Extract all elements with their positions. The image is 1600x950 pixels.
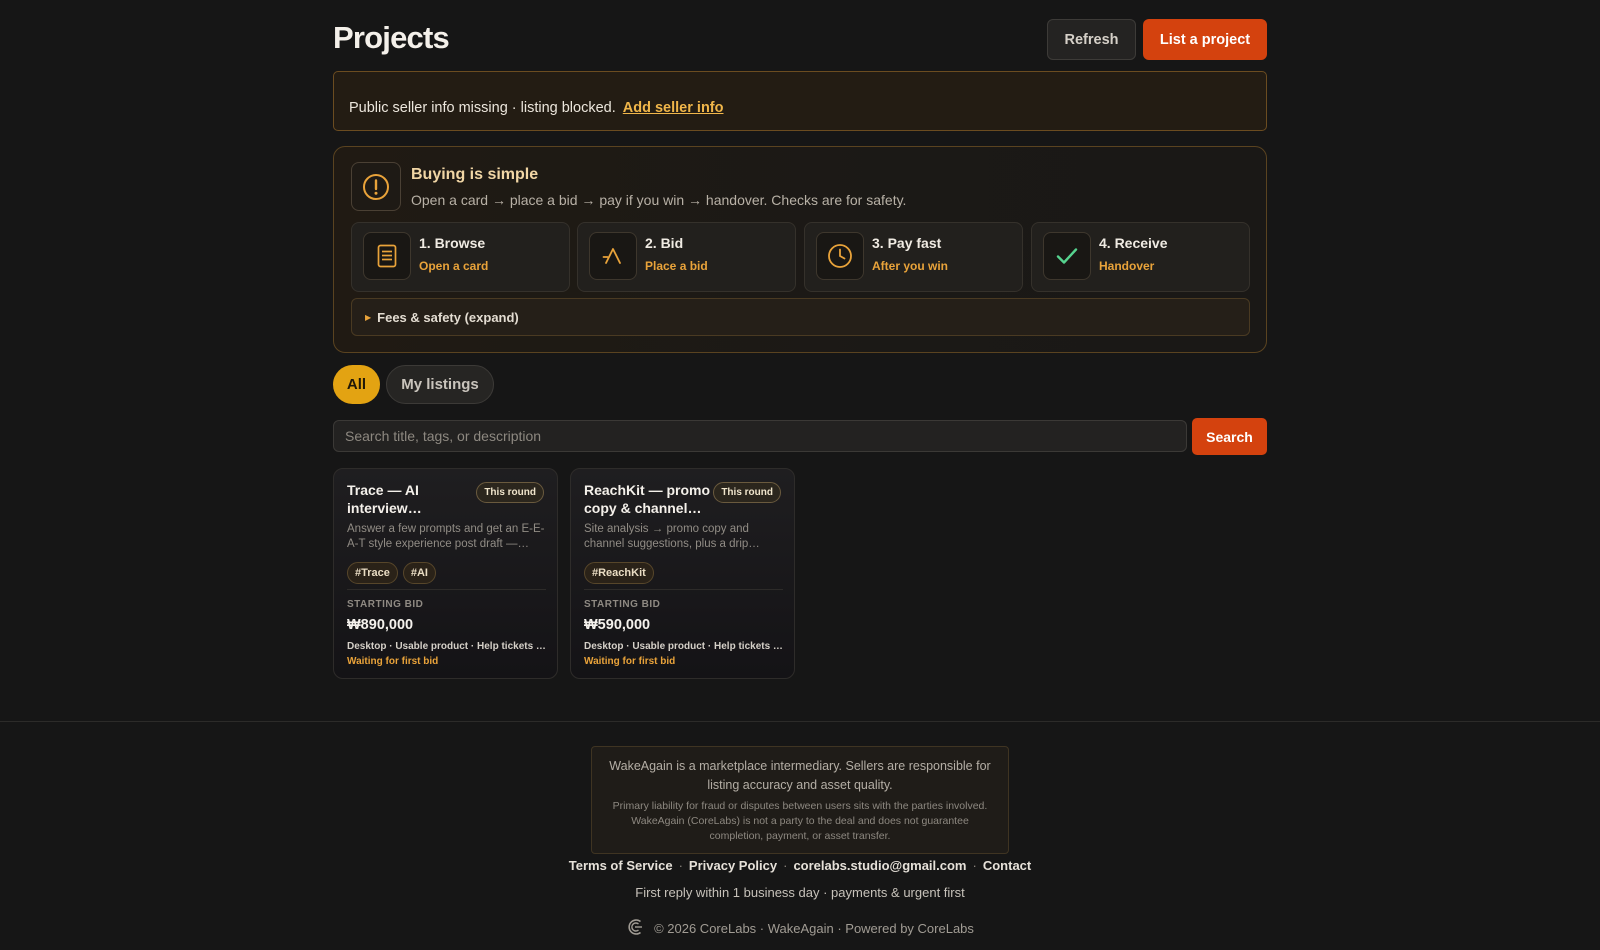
email-link[interactable]: corelabs.studio@gmail.com [793, 858, 966, 873]
corelabs-logo-icon [626, 917, 646, 940]
terms-link[interactable]: Terms of Service [569, 858, 673, 873]
starting-bid-label: STARTING BID [584, 599, 661, 610]
main-content: Projects Refresh List a project Public s… [333, 0, 1267, 679]
privacy-link[interactable]: Privacy Policy [689, 858, 777, 873]
step-title: 4. Receive [1099, 235, 1168, 251]
seller-info-alert: Public seller info missing · listing blo… [333, 71, 1267, 131]
guide-subtitle: Open a card → place a bid → pay if you w… [411, 192, 907, 208]
bid-status: Waiting for first bid [347, 656, 439, 667]
step-title: 2. Bid [645, 235, 684, 251]
separator: · [678, 858, 683, 873]
step-subtitle: Open a card [419, 259, 489, 273]
step-browse: 1. Browse Open a card [351, 222, 570, 292]
project-card[interactable]: Trace — AI interview… This round Answer … [333, 468, 558, 679]
step-subtitle: Place a bid [645, 259, 708, 273]
step-bid: 2. Bid Place a bid [577, 222, 796, 292]
step-subtitle: After you win [872, 259, 949, 273]
add-seller-info-link[interactable]: Add seller info [623, 100, 724, 116]
separator: · [783, 858, 788, 873]
bid-icon [589, 232, 637, 280]
search-button[interactable]: Search [1192, 418, 1267, 455]
card-tags: #Trace #AI [347, 562, 436, 584]
check-icon [1043, 232, 1091, 280]
copyright-text: © 2026 CoreLabs · WakeAgain · Powered by… [654, 921, 974, 936]
list-project-button[interactable]: List a project [1143, 19, 1267, 60]
round-badge: This round [476, 482, 544, 503]
project-card[interactable]: ReachKit — promo copy & channel… This ro… [570, 468, 795, 679]
card-meta: Desktop · Usable product · Help tickets … [584, 641, 783, 652]
alert-text: Public seller info missing · listing blo… [349, 100, 616, 116]
divider [347, 589, 546, 590]
step-receive: 4. Receive Handover [1031, 222, 1250, 292]
tag: #ReachKit [584, 562, 654, 584]
card-title: ReachKit — promo copy & channel… [584, 482, 711, 516]
info-icon [351, 162, 401, 211]
refresh-button[interactable]: Refresh [1047, 19, 1136, 60]
card-title: Trace — AI interview… [347, 482, 422, 516]
page-title: Projects [333, 20, 450, 55]
tag: #AI [402, 562, 436, 584]
card-description: Answer a few prompts and get an E-E-A-T … [347, 523, 545, 550]
tab-all[interactable]: All [333, 365, 380, 404]
card-description: Site analysis → promo copy and channel s… [584, 523, 760, 550]
buying-guide-panel: Buying is simple Open a card → place a b… [333, 146, 1267, 353]
starting-bid-price: ₩890,000 [347, 617, 414, 633]
step-title: 3. Pay fast [872, 235, 942, 251]
page-header: Projects Refresh List a project [333, 0, 1267, 70]
starting-bid-label: STARTING BID [347, 599, 424, 610]
disclaimer-main: WakeAgain is a marketplace intermediary.… [609, 759, 991, 792]
response-time-note: First reply within 1 business day · paym… [635, 885, 965, 900]
contact-link[interactable]: Contact [983, 858, 1031, 873]
card-meta: Desktop · Usable product · Help tickets … [347, 641, 546, 652]
guide-steps: 1. Browse Open a card 2. Bid Place a bid… [351, 222, 1250, 292]
fees-safety-expander[interactable]: ▶ Fees & safety (expand) [351, 298, 1250, 336]
disclaimer-small: Primary liability for fraud or disputes … [612, 800, 988, 842]
search-input[interactable] [333, 420, 1187, 452]
bid-status: Waiting for first bid [584, 656, 676, 667]
tag: #Trace [347, 562, 398, 584]
starting-bid-price: ₩590,000 [584, 617, 651, 633]
document-icon [363, 232, 411, 280]
footer-links: Terms of Service · Privacy Policy · corelabs… [0, 858, 1600, 873]
step-title: 1. Browse [419, 235, 486, 251]
fees-label: Fees & safety (expand) [377, 310, 519, 325]
footer-divider [0, 721, 1600, 722]
caret-right-icon: ▶ [365, 313, 372, 322]
separator: · [972, 858, 977, 873]
clock-icon [816, 232, 864, 280]
guide-title: Buying is simple [411, 166, 539, 183]
card-tags: #ReachKit [584, 562, 654, 584]
step-subtitle: Handover [1099, 259, 1155, 273]
marketplace-disclaimer: WakeAgain is a marketplace intermediary.… [591, 746, 1009, 854]
tab-my-listings[interactable]: My listings [386, 365, 494, 404]
copyright: © 2026 CoreLabs · WakeAgain · Powered by… [0, 917, 1600, 940]
step-pay: 3. Pay fast After you win [804, 222, 1023, 292]
divider [584, 589, 783, 590]
round-badge: This round [713, 482, 781, 503]
